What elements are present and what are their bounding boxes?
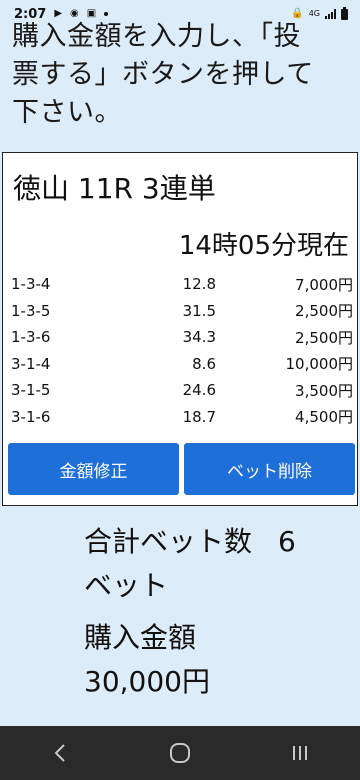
bet-summary: 合計ベット数 6 ベット 購入金額 30,000円	[84, 520, 356, 704]
bet-combination: 1-3-4	[11, 275, 51, 294]
bet-combination: 1-3-6	[11, 328, 51, 347]
bet-card: 徳山 11R 3連単 14時05分現在 1-3-4 12.8 7,000円 1-…	[2, 152, 358, 506]
delete-bet-button[interactable]: ベット削除	[184, 443, 355, 495]
home-button[interactable]	[150, 726, 210, 780]
total-bets-unit: ベット	[84, 569, 169, 602]
bet-odds: 12.8	[182, 275, 216, 294]
navigation-bar	[0, 726, 360, 780]
bet-odds: 24.6	[182, 381, 216, 400]
recents-button[interactable]	[270, 726, 330, 780]
instruction-line-3: 下さい。	[12, 97, 122, 128]
bet-row: 3-1-5 24.6 3,500円	[11, 377, 355, 404]
total-bets: 合計ベット数 6 ベット	[84, 520, 356, 608]
purchase-amount-value: 30,000円	[84, 665, 210, 698]
bet-amount: 2,500円	[295, 328, 353, 347]
bet-amount: 10,000円	[285, 355, 354, 374]
more-notifications-icon	[104, 12, 109, 16]
bet-odds: 18.7	[182, 407, 216, 426]
bet-row: 3-1-6 18.7 4,500円	[11, 404, 355, 431]
bet-amount: 7,000円	[295, 275, 353, 294]
instruction-line-2: 票する」ボタンを押して	[12, 59, 314, 90]
recents-icon	[293, 746, 307, 760]
purchase-amount-label: 購入金額	[84, 621, 197, 654]
instruction-text: 購入金額を入力し、「投 票する」ボタンを押して 下さい。	[12, 18, 352, 132]
bet-odds: 34.3	[182, 328, 216, 347]
bet-row: 3-1-4 8.6 10,000円	[11, 351, 355, 378]
bet-amount: 4,500円	[295, 408, 353, 427]
back-button[interactable]	[30, 726, 90, 780]
bet-odds: 31.5	[182, 301, 216, 320]
bet-amount: 3,500円	[295, 381, 353, 400]
back-icon	[54, 744, 65, 762]
bet-odds: 8.6	[192, 354, 216, 373]
bet-row: 1-3-4 12.8 7,000円	[11, 271, 355, 298]
total-bets-label: 合計ベット数	[84, 525, 253, 558]
instruction-line-1: 購入金額を入力し、「投	[12, 21, 301, 52]
purchase-amount: 購入金額 30,000円	[84, 616, 356, 704]
bet-list: 1-3-4 12.8 7,000円 1-3-5 31.5 2,500円 1-3-…	[11, 271, 355, 430]
odds-timestamp: 14時05分現在	[178, 231, 349, 261]
edit-amount-button[interactable]: 金額修正	[8, 443, 179, 495]
bet-combination: 3-1-5	[11, 381, 51, 400]
bet-combination: 3-1-4	[11, 354, 51, 373]
bet-amount: 2,500円	[295, 302, 353, 321]
bet-combination: 3-1-6	[11, 407, 51, 426]
bet-row: 1-3-5 31.5 2,500円	[11, 298, 355, 325]
home-icon	[170, 743, 190, 763]
bet-combination: 1-3-5	[11, 301, 51, 320]
total-bets-value: 6	[278, 525, 296, 558]
race-title: 徳山 11R 3連単	[13, 172, 216, 205]
bet-row: 1-3-6 34.3 2,500円	[11, 324, 355, 351]
